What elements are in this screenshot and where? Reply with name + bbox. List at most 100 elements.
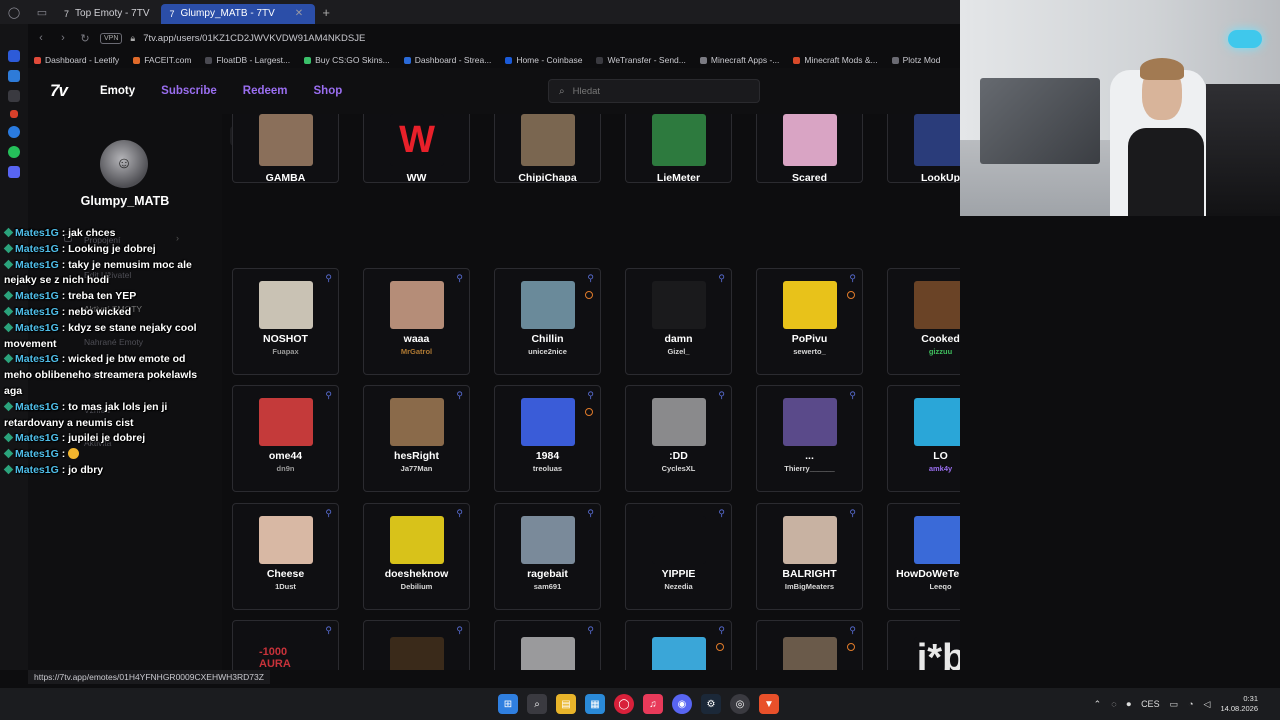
tab-overview-icon[interactable]: ▭ [28, 0, 56, 24]
discord-icon[interactable]: ◉ [672, 694, 692, 714]
display-icon[interactable]: ▭ [1170, 699, 1179, 710]
pin-icon[interactable]: ⚲ [587, 625, 594, 636]
emote-card[interactable]: ⚲j*b [887, 620, 960, 670]
bookmark-item[interactable]: FloatDB - Largest... [205, 55, 290, 65]
pin-icon[interactable]: ⚲ [849, 273, 856, 284]
whatsapp-icon[interactable] [8, 146, 20, 158]
emote-card[interactable]: GAMBAvictorleporc_ [232, 114, 339, 183]
messenger-app-icon[interactable] [8, 126, 20, 138]
pin-icon[interactable]: ⚲ [849, 390, 856, 401]
emote-card[interactable]: ⚲ ragebait sam691 [494, 503, 601, 610]
search-taskbar-icon[interactable]: ⌕ [527, 694, 547, 714]
pin-icon[interactable]: ⚲ [718, 508, 725, 519]
lock-icon[interactable]: 🔒︎ [130, 33, 135, 44]
mic-icon[interactable]: ⏺︎ [1127, 699, 1132, 710]
emote-card[interactable]: ⚲ PoPivu sewerto_ [756, 268, 863, 375]
windows-start-icon[interactable]: ⊞ [498, 694, 518, 714]
bookmark-item[interactable]: WeTransfer - Send... [596, 55, 686, 65]
chrome-icon[interactable]: ◎ [730, 694, 750, 714]
emote-card[interactable]: ChipiChapaAlwaysInReverse [494, 114, 601, 183]
steam-icon[interactable]: ⚙︎ [701, 694, 721, 714]
pin-icon[interactable]: ⚲ [456, 390, 463, 401]
emote-card[interactable]: ⚲ Chillin unice2nice [494, 268, 601, 375]
network-icon[interactable]: ◌ [1111, 699, 1116, 709]
nav-shop[interactable]: Shop [314, 85, 343, 97]
reload-icon[interactable]: ↻ [78, 32, 92, 45]
emote-card[interactable]: ⚲ waaa MrGatrol [363, 268, 470, 375]
emote-card[interactable]: ⚲ damn Gizel_ [625, 268, 732, 375]
bookmark-item[interactable]: FACEIT.com [133, 55, 191, 65]
emote-card[interactable]: ⚲ [363, 620, 470, 670]
emote-card[interactable]: ⚲ ome44 dn9n [232, 385, 339, 492]
opera-menu-icon[interactable]: ◯ [0, 0, 28, 24]
emote-card[interactable]: ⚲ [625, 620, 732, 670]
discord-sidebar-icon[interactable] [8, 166, 20, 178]
pin-icon[interactable]: ⚲ [587, 273, 594, 284]
tab-icon[interactable] [8, 90, 20, 102]
chevron-up-icon[interactable]: ⌃ [1094, 699, 1102, 710]
pin-icon[interactable]: ⚲ [456, 625, 463, 636]
emote-card[interactable]: ⚲ Cheese 1Dust [232, 503, 339, 610]
emote-card[interactable]: LookUprealHAX [887, 114, 960, 183]
back-icon[interactable]: ‹ [34, 32, 48, 44]
pin-icon[interactable]: ⚲ [325, 390, 332, 401]
pin-icon[interactable]: ⚲ [325, 625, 332, 636]
file-explorer-icon[interactable]: ▤ [556, 694, 576, 714]
emote-card[interactable]: ⚲ doesheknow Debilium [363, 503, 470, 610]
wifi-icon[interactable]: ◔ [1188, 699, 1193, 709]
new-tab-button[interactable]: + [315, 5, 337, 20]
emote-card[interactable]: ⚲ YIPPIE Nezedia [625, 503, 732, 610]
clock[interactable]: 0:31 14.08.2026 [1220, 694, 1258, 714]
pin-icon[interactable]: ⚲ [849, 508, 856, 519]
pin-icon[interactable]: ⚲ [587, 508, 594, 519]
pin-icon[interactable]: ⚲ [718, 625, 725, 636]
emote-card[interactable]: ⚲Cookedgizzuu [887, 268, 960, 375]
messenger-icon[interactable] [8, 50, 20, 62]
bookmark-item[interactable]: Minecraft Apps -... [699, 55, 779, 65]
emote-card[interactable]: ⚲ [494, 620, 601, 670]
nav-subscribe[interactable]: Subscribe [161, 85, 217, 97]
tab-glumpy[interactable]: 7 Glumpy_MATB - 7TV ✕ [161, 3, 316, 24]
music-icon[interactable]: ♫ [643, 694, 663, 714]
pin-icon[interactable]: ⚲ [456, 508, 463, 519]
emote-card[interactable]: Scaredrafeed [756, 114, 863, 183]
emote-card[interactable]: ⚲:DD CyclesXL [625, 385, 732, 492]
store-icon[interactable]: ▦ [585, 694, 605, 714]
pin-icon[interactable]: ⚲ [849, 625, 856, 636]
search-input[interactable] [572, 85, 733, 97]
flow-icon[interactable] [10, 110, 18, 118]
workspace-icon[interactable] [8, 70, 20, 82]
pin-icon[interactable]: ⚲ [718, 390, 725, 401]
pin-icon[interactable]: ⚲ [587, 390, 594, 401]
bookmark-item[interactable]: Dashboard - Leetify [34, 55, 119, 65]
emote-card[interactable]: ⚲HowDoWeTellHimLeeqo [887, 503, 960, 610]
close-tab-icon[interactable]: ✕ [295, 8, 303, 19]
pin-icon[interactable]: ⚲ [325, 508, 332, 519]
emote-card[interactable]: ⚲ BALRIGHT ImBigMeaters [756, 503, 863, 610]
bookmark-item[interactable]: Home - Coinbase [505, 55, 582, 65]
nav-redeem[interactable]: Redeem [243, 85, 288, 97]
emote-card[interactable]: ⚲LOamk4y [887, 385, 960, 492]
forward-icon[interactable]: › [56, 32, 70, 44]
emote-card[interactable]: ⚲ -1000 AURA [232, 620, 339, 670]
bookmark-item[interactable]: Plotz Mod [891, 55, 940, 65]
bookmark-item[interactable]: Buy CS:GO Skins... [304, 55, 390, 65]
bookmark-item[interactable]: Dashboard - Strea... [403, 55, 491, 65]
brave-icon[interactable]: ▼ [759, 694, 779, 714]
nav-emoty[interactable]: Emoty [100, 85, 135, 97]
emote-card[interactable]: LieMeterLeeqo [625, 114, 732, 183]
7tv-logo[interactable]: 7v [50, 81, 72, 101]
url-field[interactable]: 7tv.app/users/01KZ1CD2JWVKVDW91AM4NKDSJE [143, 33, 365, 44]
pin-icon[interactable]: ⚲ [718, 273, 725, 284]
emote-card[interactable]: ⚲... Thierry______ [756, 385, 863, 492]
emote-card[interactable]: ⚲ [756, 620, 863, 670]
pin-icon[interactable]: ⚲ [325, 273, 332, 284]
emote-card[interactable]: WWWgoobispeebis [363, 114, 470, 183]
emote-card[interactable]: ⚲ NOSHOT Fuapax [232, 268, 339, 375]
emote-card[interactable]: ⚲ 1984 treoluas [494, 385, 601, 492]
bookmark-item[interactable]: Minecraft Mods &... [793, 55, 878, 65]
volume-icon[interactable]: ◁ [1204, 699, 1211, 710]
emote-card[interactable]: ⚲ hesRight Ja77Man [363, 385, 470, 492]
opera-gx-icon[interactable]: ◯ [614, 694, 634, 714]
language-indicator[interactable]: CES [1141, 699, 1160, 709]
